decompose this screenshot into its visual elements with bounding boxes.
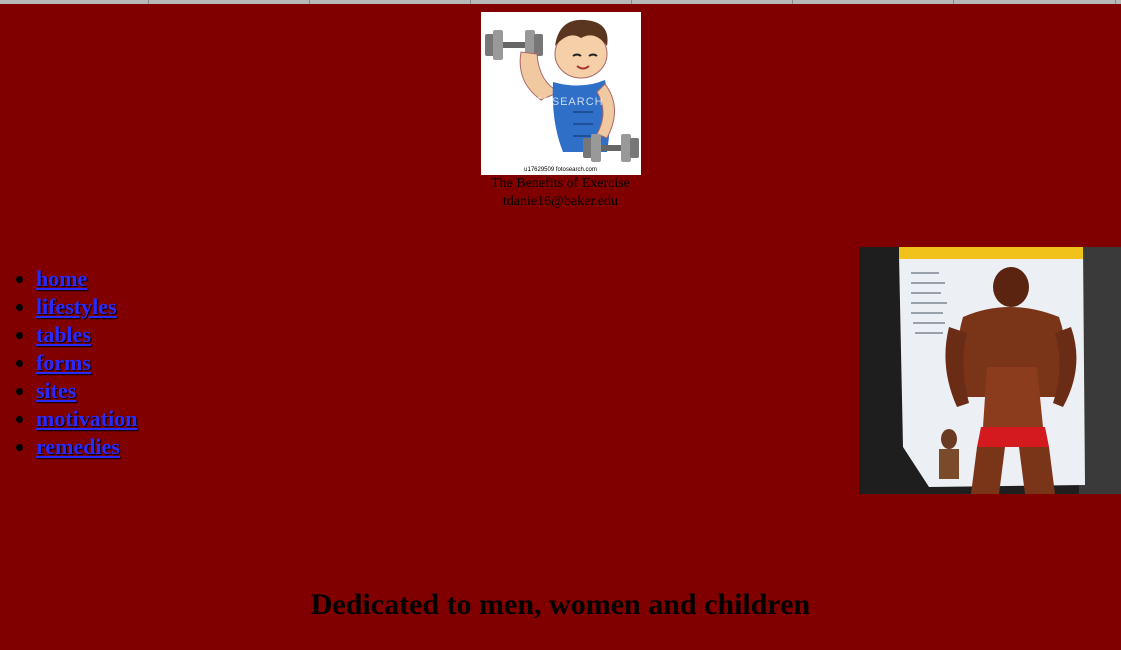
nav-item-remedies: remedies bbox=[36, 433, 137, 461]
logo-caption: u17629509 fotosearch.com bbox=[524, 167, 597, 173]
nav-item-forms: forms bbox=[36, 349, 137, 377]
bodybuilder-photo bbox=[859, 247, 1121, 494]
nav-link-home[interactable]: home bbox=[36, 266, 87, 291]
top-strip-segment bbox=[0, 0, 149, 4]
nav-item-lifestyles: lifestyles bbox=[36, 293, 137, 321]
top-strip-segment bbox=[310, 0, 471, 4]
nav-list: home lifestyles tables forms sites motiv… bbox=[0, 265, 137, 461]
header: FOTOSEARCH u17629509 fotosearch.com The … bbox=[0, 12, 1121, 211]
tagline-heading: Dedicated to men, women and children bbox=[310, 588, 811, 621]
nav-link-remedies[interactable]: remedies bbox=[36, 434, 120, 459]
nav-link-motivation[interactable]: motivation bbox=[36, 406, 137, 431]
nav-item-home: home bbox=[36, 265, 137, 293]
nav-link-forms[interactable]: forms bbox=[36, 350, 91, 375]
nav-item-sites: sites bbox=[36, 377, 137, 405]
nav-item-motivation: motivation bbox=[36, 405, 137, 433]
nav-link-tables[interactable]: tables bbox=[36, 322, 91, 347]
top-strip-segment bbox=[632, 0, 793, 4]
bodybuilder-photo-image bbox=[859, 247, 1121, 494]
top-strip-segment bbox=[954, 0, 1116, 4]
nav-link-sites[interactable]: sites bbox=[36, 378, 76, 403]
logo-watermark: FOTOSEARCH bbox=[517, 96, 604, 108]
cartoon-weightlifter-icon bbox=[484, 19, 639, 162]
top-tab-strip bbox=[0, 0, 1121, 4]
site-title: The Benefits of Exercise bbox=[491, 176, 630, 191]
site-email: tdanie16@baker.edu bbox=[502, 194, 619, 209]
logo-image: FOTOSEARCH u17629509 fotosearch.com bbox=[480, 12, 641, 175]
page: FOTOSEARCH u17629509 fotosearch.com The … bbox=[0, 0, 1121, 650]
top-strip-segment bbox=[793, 0, 954, 4]
top-strip-segment bbox=[471, 0, 632, 4]
top-strip-segment bbox=[149, 0, 310, 4]
nav-link-lifestyles[interactable]: lifestyles bbox=[36, 294, 117, 319]
nav-item-tables: tables bbox=[36, 321, 137, 349]
